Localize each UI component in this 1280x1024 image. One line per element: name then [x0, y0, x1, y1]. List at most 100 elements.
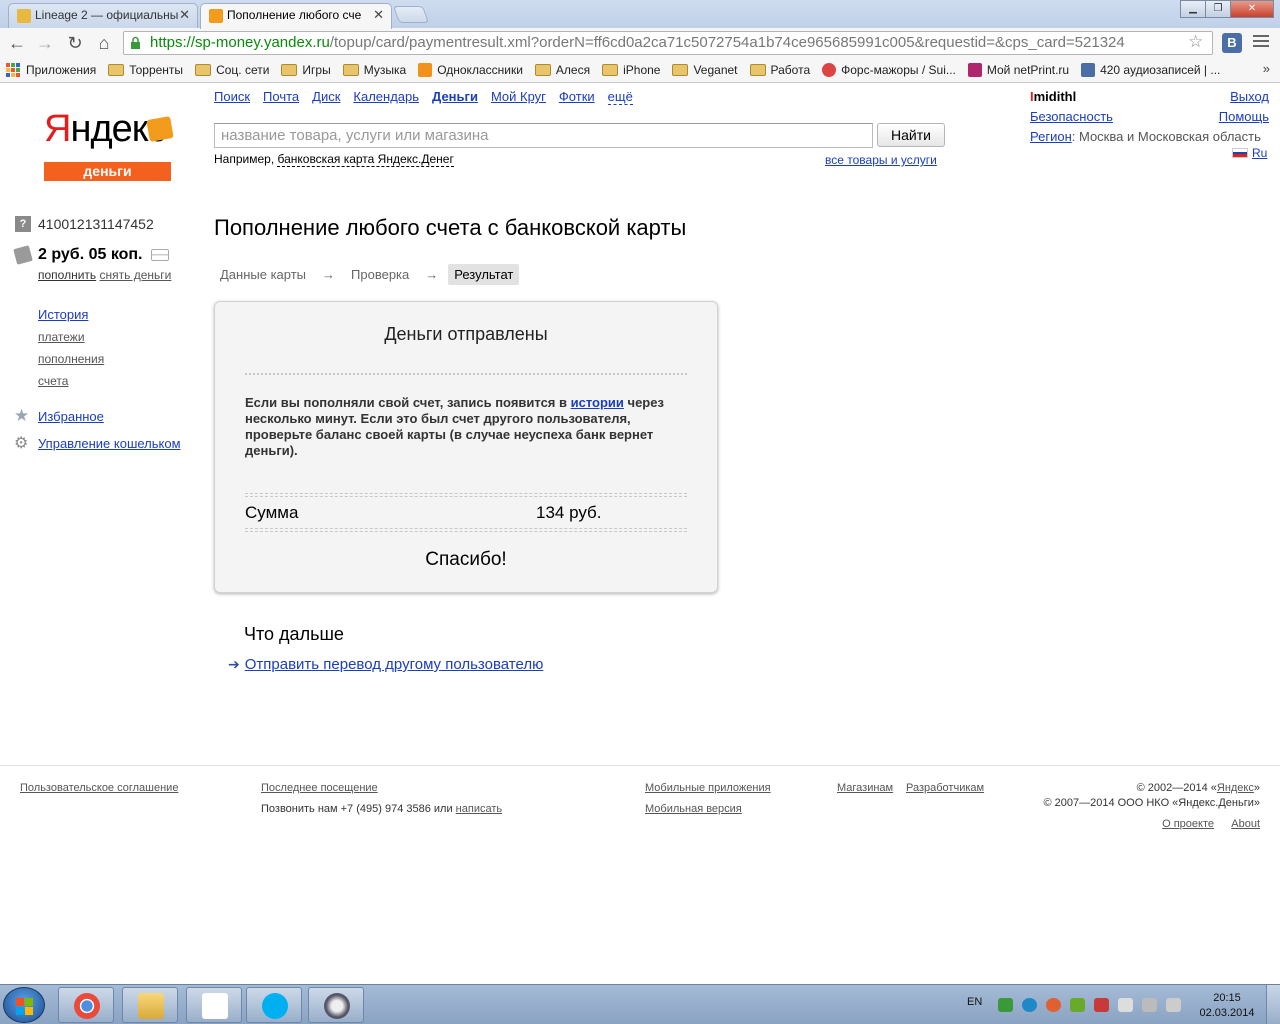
bookmark-fors-majors[interactable]: Форс-мажоры / Sui...	[822, 63, 956, 77]
nav-moi-krug[interactable]: Мой Круг	[491, 89, 546, 105]
folder-icon	[138, 993, 164, 1019]
chrome-menu-icon[interactable]	[1253, 35, 1269, 50]
close-tab-icon[interactable]: ✕	[373, 4, 384, 26]
favorites-link[interactable]: Избранное	[38, 409, 104, 424]
new-tab-button[interactable]	[392, 6, 430, 23]
tab-lineage[interactable]: Lineage 2 — официальны ✕	[8, 3, 198, 28]
history-payments-link[interactable]: платежи	[38, 330, 85, 344]
bookmark-folder[interactable]: Торренты	[108, 63, 183, 77]
extension-b-button[interactable]: B	[1222, 33, 1242, 53]
about-project-link[interactable]: О проекте	[1162, 818, 1214, 830]
bookmark-apps[interactable]: Приложения	[6, 63, 96, 77]
bookmark-odnoklassniki[interactable]: Одноклассники	[418, 63, 523, 77]
show-desktop-button[interactable]	[1266, 985, 1280, 1024]
system-clock[interactable]: 20:15 02.03.2014	[1196, 991, 1258, 1021]
nav-money[interactable]: Деньги	[432, 89, 478, 105]
nav-more[interactable]: ещё	[607, 89, 633, 105]
url-host: sp-money.yandex.ru	[195, 34, 330, 51]
yandex-link[interactable]: Яндекс	[1217, 782, 1254, 794]
shops-link[interactable]: Магазинам	[837, 782, 893, 794]
search-button[interactable]: Найти	[877, 123, 945, 147]
tab-yandex-money[interactable]: Пополнение любого сче ✕	[200, 3, 392, 29]
help-link[interactable]: Помощь	[1219, 109, 1269, 124]
bookmark-folder[interactable]: Соц. сети	[195, 63, 269, 77]
question-icon[interactable]: ?	[15, 216, 31, 232]
taskbar-explorer[interactable]	[122, 987, 178, 1023]
bookmark-folder[interactable]: Veganet	[672, 63, 738, 77]
divider	[245, 373, 687, 376]
account-number: ? 410012131147452	[15, 216, 154, 232]
bookmark-folder[interactable]: Алеся	[534, 63, 590, 77]
address-bar[interactable]: https://sp-money.yandex.ru/topup/card/pa…	[123, 31, 1213, 55]
nav-calendar[interactable]: Календарь	[353, 89, 419, 105]
history-topups-link[interactable]: пополнения	[38, 352, 104, 366]
user-agreement-link[interactable]: Пользовательское соглашение	[20, 782, 178, 794]
write-link[interactable]: написать	[456, 803, 502, 815]
tray-globe-icon[interactable]	[1022, 998, 1037, 1012]
bookmark-folder[interactable]: Работа	[749, 63, 810, 77]
bookmark-folder[interactable]: iPhone	[602, 63, 660, 77]
language-switch[interactable]: Ru	[1232, 146, 1267, 160]
about-link[interactable]: About	[1231, 818, 1260, 830]
nav-mail[interactable]: Почта	[263, 89, 299, 105]
back-arrow-icon[interactable]: ←	[6, 32, 28, 54]
bookmark-audio[interactable]: 420 аудиозаписей | ...	[1081, 63, 1220, 77]
tray-red-icon[interactable]	[1094, 998, 1109, 1012]
taskbar-chrome[interactable]	[58, 987, 114, 1023]
bookmark-folder[interactable]: Игры	[281, 63, 331, 77]
close-window-icon[interactable]: ✕	[1230, 0, 1274, 18]
mobile-version-link[interactable]: Мобильная версия	[645, 803, 742, 815]
all-goods-link[interactable]: все товары и услуги	[825, 153, 937, 167]
wallet-management-item: ⚙ Управление кошельком	[14, 433, 181, 453]
reload-icon[interactable]: ↻	[64, 32, 86, 54]
search-input[interactable]: название товара, услуги или магазина	[214, 123, 873, 148]
region: Регион: Москва и Московская область	[1030, 129, 1261, 144]
developers-link[interactable]: Разработчикам	[906, 782, 984, 794]
history-invoices-link[interactable]: счета	[38, 374, 68, 388]
home-icon[interactable]: ⌂	[93, 32, 115, 54]
taskbar-apps[interactable]	[186, 987, 242, 1023]
last-visit-link[interactable]: Последнее посещение	[261, 782, 378, 794]
result-message: Если вы пополняли свой счет, запись появ…	[245, 395, 664, 458]
nav-disk[interactable]: Диск	[312, 89, 340, 105]
topup-link[interactable]: пополнить	[38, 268, 96, 282]
tray-check-icon[interactable]	[1070, 998, 1085, 1012]
taskbar-media[interactable]	[308, 987, 364, 1023]
withdraw-link[interactable]: снять деньги	[100, 268, 172, 282]
lang-link[interactable]: Ru	[1252, 146, 1267, 160]
flag-icon[interactable]	[1118, 998, 1133, 1012]
bookmark-folder[interactable]: Музыка	[342, 63, 406, 77]
logout-link[interactable]: Выход	[1230, 89, 1269, 104]
example-link[interactable]: банковская карта Яндекс.Денег	[277, 152, 454, 167]
forward-arrow-icon[interactable]: →	[34, 32, 56, 54]
close-tab-icon[interactable]: ✕	[179, 4, 190, 26]
bookmarks-bar: Приложения Торренты Соц. сети Игры Музык…	[0, 58, 1280, 83]
folder-icon	[281, 64, 298, 76]
region-link[interactable]: Регион	[1030, 129, 1072, 144]
history-inline-link[interactable]: истории	[571, 395, 624, 410]
mobile-apps-link[interactable]: Мобильные приложения	[645, 782, 771, 794]
tray-color-icon[interactable]	[1046, 998, 1061, 1012]
security-link[interactable]: Безопасность	[1030, 109, 1113, 124]
tray-green-icon[interactable]	[998, 998, 1013, 1012]
yandex-money-logo[interactable]: Яндекс деньги	[44, 108, 174, 181]
clock-time: 20:15	[1213, 992, 1241, 1004]
bookmark-netprint[interactable]: Мой netPrint.ru	[967, 63, 1069, 77]
nav-search[interactable]: Поиск	[214, 89, 250, 105]
input-language[interactable]: EN	[967, 996, 982, 1008]
nav-fotki[interactable]: Фотки	[559, 89, 595, 105]
volume-icon[interactable]	[1166, 998, 1181, 1012]
history-link[interactable]: История	[38, 307, 88, 322]
minimize-icon[interactable]: ▁	[1180, 0, 1206, 18]
bookmark-star-icon[interactable]: ☆	[1188, 32, 1203, 52]
more-bookmarks-icon[interactable]: »	[1263, 61, 1270, 76]
start-button[interactable]	[3, 987, 45, 1023]
username[interactable]: Imidithl	[1030, 89, 1076, 104]
send-transfer-link[interactable]: Отправить перевод другому пользователю	[245, 656, 544, 673]
balance-actions: пополнить снять деньги	[38, 268, 171, 282]
restore-icon[interactable]: ❐	[1205, 0, 1231, 18]
wallet-management-link[interactable]: Управление кошельком	[38, 436, 181, 451]
lineage-favicon-icon	[17, 9, 31, 23]
network-icon[interactable]	[1142, 998, 1157, 1012]
taskbar-skype[interactable]	[246, 987, 302, 1023]
